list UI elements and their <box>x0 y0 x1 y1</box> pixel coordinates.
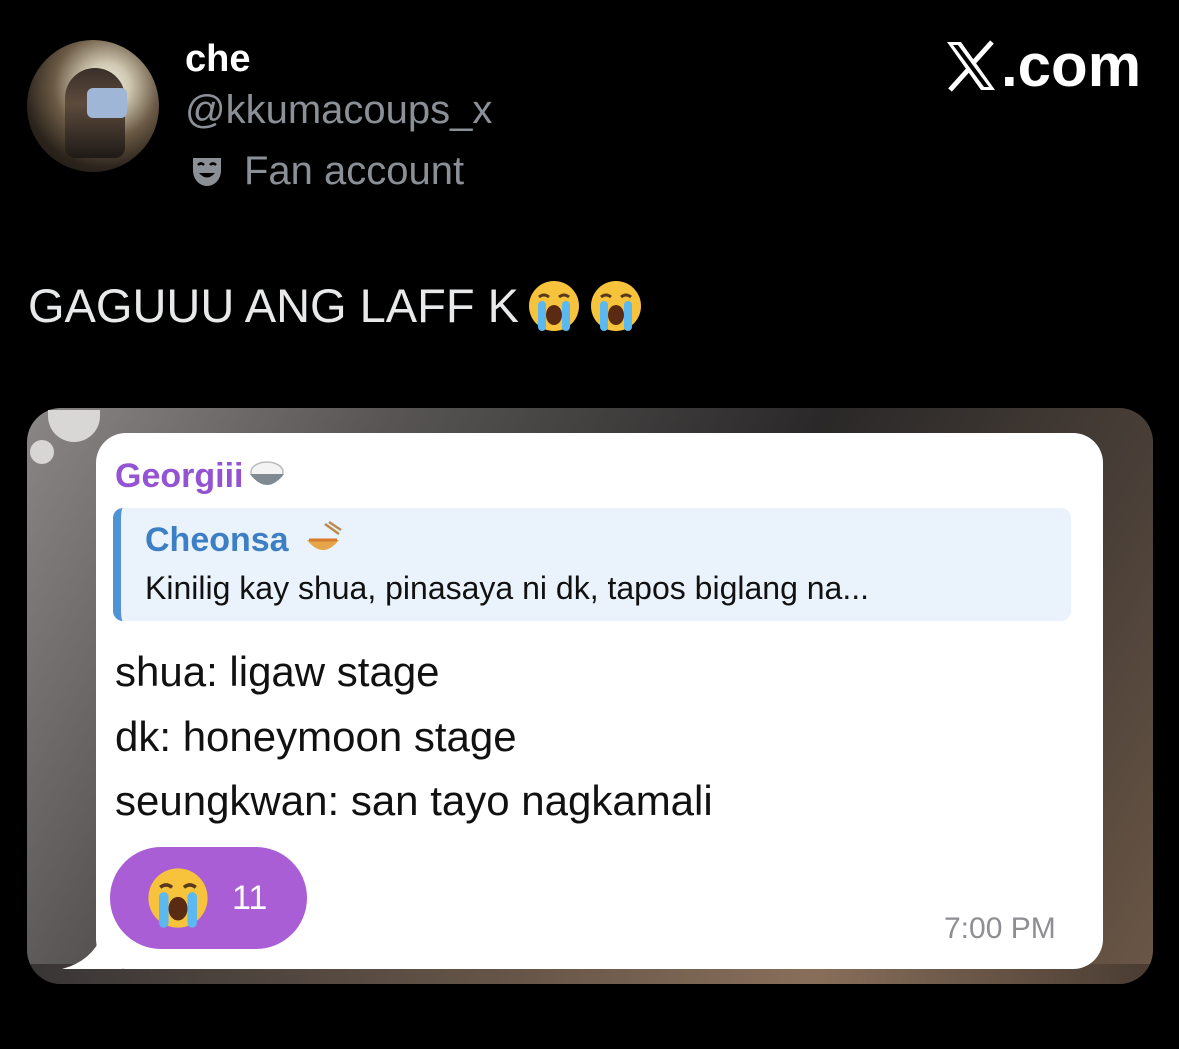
theater-mask-icon <box>193 158 221 186</box>
reply-author-label: Cheonsa <box>145 520 289 559</box>
avatar[interactable] <box>27 40 159 172</box>
noodle-bowl-icon <box>306 520 342 550</box>
brand-domain: .com <box>1001 32 1142 99</box>
handle[interactable]: @kkumacoups_x <box>185 88 492 133</box>
rice-bowl-icon <box>250 461 285 485</box>
avatar-shirt <box>87 88 127 118</box>
tweet-text: GAGUUU ANG LAFF K <box>28 278 643 333</box>
tweet-body: GAGUUU ANG LAFF K <box>28 279 519 332</box>
fan-account-label: Fan account <box>244 148 465 193</box>
reaction-chip[interactable]: 11 <box>110 847 307 949</box>
x-brand: .com <box>943 36 1141 96</box>
loudly-crying-face-icon <box>590 280 641 331</box>
loudly-crying-face-icon <box>528 280 579 331</box>
message-line: dk: honeymoon stage <box>115 713 517 760</box>
x-logo-icon <box>947 40 995 92</box>
display-name[interactable]: che <box>185 38 250 81</box>
reply-author: Cheonsa <box>145 520 343 560</box>
message-line: seungkwan: san tayo nagkamali <box>115 777 713 824</box>
reply-text: Kinilig kay shua, pinasaya ni dk, tapos … <box>145 570 870 606</box>
account-label: Fan account <box>190 148 464 194</box>
message-line: shua: ligaw stage <box>115 648 440 695</box>
loudly-crying-face-icon <box>148 868 208 928</box>
message-time: 7:00 PM <box>944 912 1056 945</box>
reaction-count: 11 <box>232 878 268 917</box>
sender-name[interactable]: Georgiii <box>115 456 287 496</box>
decorative-dot <box>30 440 54 464</box>
sender-label: Georgiii <box>115 456 244 495</box>
